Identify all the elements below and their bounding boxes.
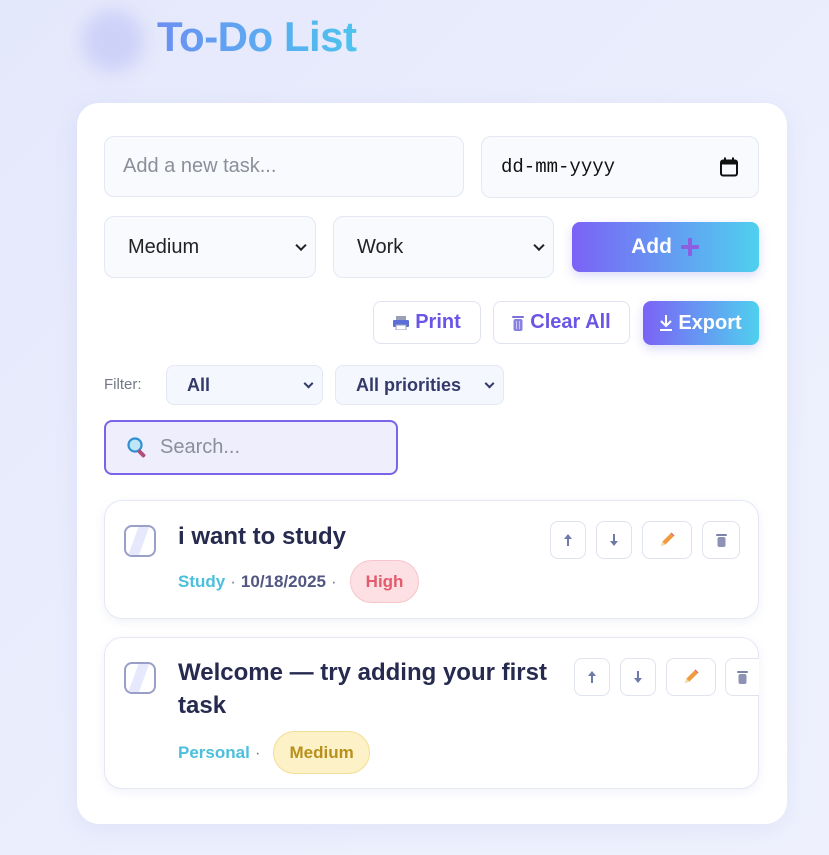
due-date-input[interactable]: dd-mm-yyyy — [481, 136, 759, 198]
task-title: i want to study — [178, 523, 346, 550]
pencil-icon — [661, 532, 675, 546]
priority-select[interactable]: Medium — [104, 216, 316, 278]
priority-badge: High — [349, 560, 420, 603]
task-title-line: task — [178, 692, 227, 719]
clear-all-button[interactable]: Clear All — [493, 301, 630, 344]
page-title: To-Do List — [157, 13, 357, 60]
meta-separator: · — [331, 571, 337, 591]
arrow-up-icon — [564, 534, 572, 546]
filter-label: Filter: — [104, 376, 142, 393]
task-input-placeholder: Add a new task... — [123, 155, 277, 177]
meta-separator: · — [254, 742, 261, 762]
search-input[interactable]: Search... — [104, 420, 398, 475]
printer-icon — [393, 315, 410, 330]
plus-icon — [680, 238, 699, 256]
priority-select-value: Medium — [128, 235, 200, 258]
task-meta: Study · 10/18/2025 · High — [178, 560, 420, 603]
move-down-button[interactable] — [596, 521, 632, 559]
search-icon — [127, 436, 146, 457]
chevron-down-icon — [303, 378, 314, 389]
task-item: Welcome — try adding your first task Per… — [104, 637, 759, 789]
meta-separator: · — [230, 571, 236, 591]
trash-icon — [512, 315, 525, 331]
task-category: Personal — [178, 742, 250, 762]
download-icon — [660, 315, 673, 331]
task-category: Study — [178, 571, 226, 591]
task-title-line: Welcome — try adding your first — [178, 659, 547, 686]
chevron-down-icon — [533, 239, 545, 252]
priority-badge: Medium — [273, 731, 370, 774]
status-filter-value: All — [187, 374, 211, 395]
chevron-down-icon — [484, 378, 495, 389]
task-meta: Personal · Medium — [178, 731, 370, 774]
task-input[interactable]: Add a new task... — [104, 136, 464, 197]
export-label: Export — [678, 311, 742, 334]
add-task-button[interactable]: Add — [572, 222, 759, 272]
print-button[interactable]: Print — [373, 301, 481, 344]
arrow-up-icon — [588, 671, 596, 683]
category-select-value: Work — [357, 235, 404, 258]
trash-icon — [737, 671, 748, 684]
priority-filter-select[interactable]: All priorities — [335, 365, 504, 405]
delete-task-button[interactable] — [702, 521, 740, 559]
task-item: i want to study Study · 10/18/2025 · Hig… — [104, 500, 759, 619]
move-up-button[interactable] — [550, 521, 586, 559]
task-complete-checkbox[interactable] — [124, 525, 156, 557]
trash-icon — [715, 534, 727, 547]
search-placeholder: Search... — [160, 436, 241, 458]
chevron-down-icon — [295, 239, 307, 252]
task-title: Welcome — try adding your first task — [178, 656, 547, 722]
task-due-date: 10/18/2025 — [240, 571, 326, 591]
move-down-button[interactable] — [620, 658, 656, 696]
edit-task-button[interactable] — [666, 658, 716, 696]
print-label: Print — [415, 311, 461, 333]
category-select[interactable]: Work — [333, 216, 554, 278]
task-complete-checkbox[interactable] — [124, 662, 156, 694]
priority-filter-value: All priorities — [356, 374, 462, 395]
move-up-button[interactable] — [574, 658, 610, 696]
export-button[interactable]: Export — [643, 301, 759, 345]
arrow-down-icon — [634, 671, 642, 683]
arrow-down-icon — [610, 534, 618, 546]
status-filter-select[interactable]: All — [166, 365, 323, 405]
clear-all-label: Clear All — [530, 311, 611, 333]
delete-task-button[interactable] — [725, 658, 759, 696]
add-button-label: Add — [631, 235, 672, 258]
pencil-icon — [685, 669, 699, 683]
edit-task-button[interactable] — [642, 521, 692, 559]
calendar-icon[interactable] — [720, 157, 738, 177]
due-date-placeholder: dd-mm-yyyy — [501, 156, 616, 178]
decorative-blob — [82, 10, 144, 72]
